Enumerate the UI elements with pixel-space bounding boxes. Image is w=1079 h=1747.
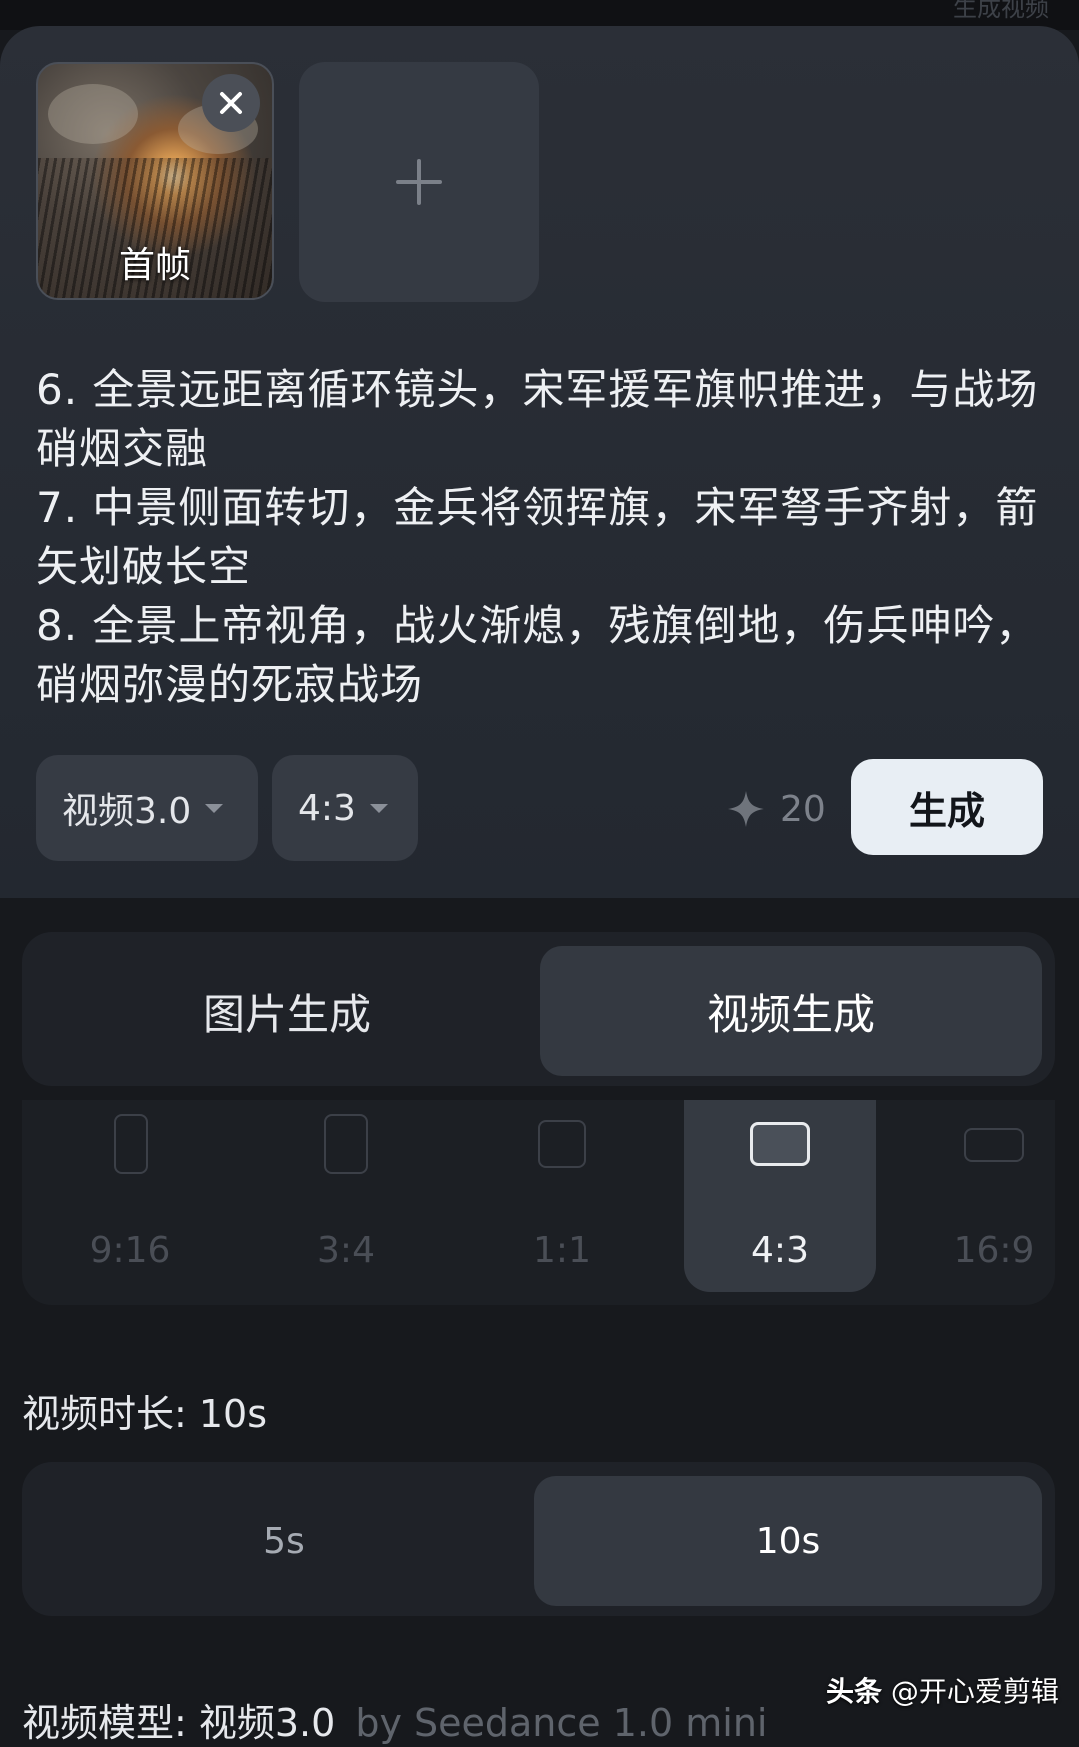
close-icon [220,92,242,114]
ratio-option-1-1[interactable]: 1:1 [466,1100,658,1292]
portrait-tall-icon [114,1114,148,1174]
ratio-dropdown[interactable]: 4:3 [272,755,418,861]
watermark-handle: @开心爱剪辑 [890,1675,1059,1708]
portrait-icon [324,1114,368,1174]
ratio-option-label: 3:4 [317,1230,375,1271]
ratio-option-label: 16:9 [953,1230,1035,1271]
watermark-brand: 头条 [826,1675,883,1708]
duration-option-5s[interactable]: 5s [36,1476,532,1606]
model-info: 视频模型: 视频3.0 by Seedance 1.0 mini [22,1692,767,1747]
credit-cost-value: 20 [780,788,826,830]
model-dropdown-label: 视频3.0 [62,791,192,832]
ratio-option-label: 1:1 [533,1230,591,1271]
landscape-icon [750,1122,810,1166]
square-icon [538,1120,586,1168]
credit-cost: 20 [726,785,826,833]
plus-icon [396,159,442,205]
prompt-line: 6. 全景远距离循环镜头，宋军援军旗帜推进，与战场硝烟交融 [36,365,1039,473]
remove-frame-button[interactable] [202,74,260,132]
model-info-by: by Seedance 1.0 mini [355,1701,768,1745]
chevron-down-icon [369,803,388,813]
prompt-line: 7. 中景侧面转切，金兵将领挥旗，宋军弩手齐射，箭矢划破长空 [36,483,1039,591]
ratio-option-label: 9:16 [89,1230,171,1271]
page-title: 生成视频 [953,0,1049,22]
ratio-dropdown-label: 4:3 [298,787,356,829]
prompt-line: 8. 全景上帝视角，战火渐熄，残旗倒地，伤兵呻吟，硝烟弥漫的死寂战场 [36,601,1039,709]
model-dropdown[interactable]: 视频3.0 [36,755,258,861]
ratio-option-9-16[interactable]: 9:16 [34,1100,226,1292]
ratio-option-3-4[interactable]: 3:4 [250,1100,442,1292]
chevron-down-icon [205,803,224,813]
model-info-label: 视频模型: 视频3.0 [22,1701,336,1745]
landscape-wide-icon [964,1128,1024,1162]
ratio-option-16-9[interactable]: 16:9 [898,1100,1079,1292]
ratio-option-label: 4:3 [751,1230,809,1271]
smoke-shape [48,84,138,144]
sparkle-icon [728,791,764,827]
add-frame-button[interactable] [299,62,539,302]
generate-button[interactable]: 生成 [851,759,1043,855]
prompt-text[interactable]: 6. 全景远距离循环镜头，宋军援军旗帜推进，与战场硝烟交融 7. 中景侧面转切，… [36,360,1046,714]
first-frame-label: 首帧 [118,245,191,286]
ratio-option-4-3[interactable]: 4:3 [684,1100,876,1292]
tab-image-generation[interactable]: 图片生成 [36,946,538,1076]
tab-video-generation[interactable]: 视频生成 [540,946,1042,1076]
watermark: 头条 @开心爱剪辑 [826,1670,1059,1710]
duration-option-10s[interactable]: 10s [534,1476,1042,1606]
duration-label: 视频时长: 10s [22,1392,268,1436]
